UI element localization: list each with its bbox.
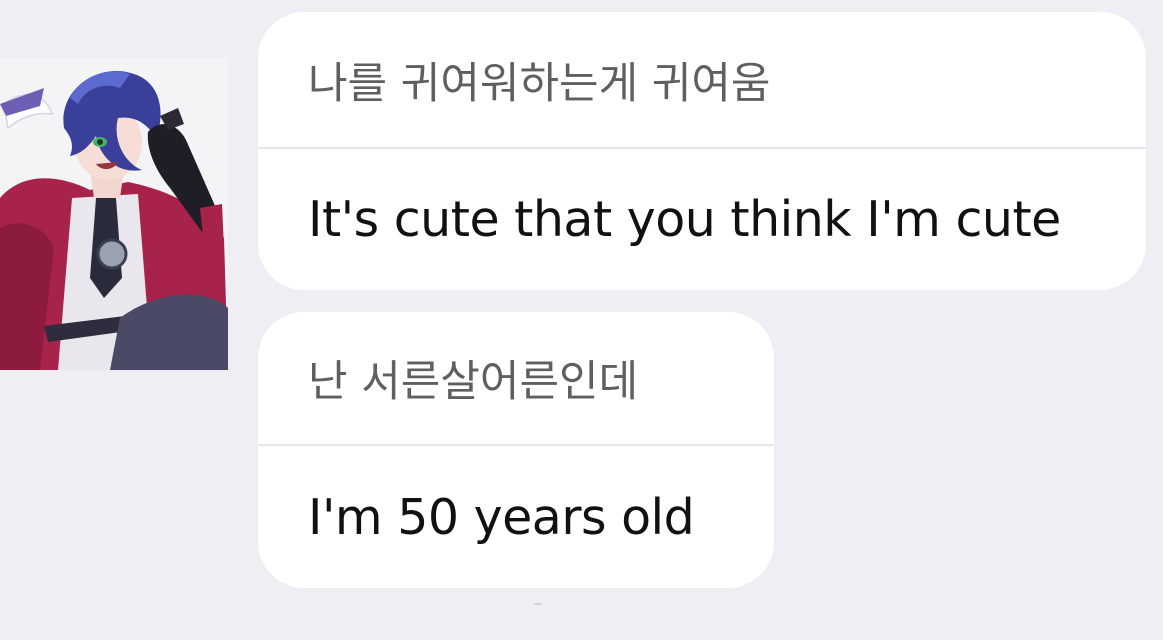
message-bubble[interactable]: 난 서른살어른인데 I'm 50 years old	[258, 312, 774, 588]
translated-message-text: I'm 50 years old	[308, 488, 695, 546]
original-message-text: 난 서른살어른인데	[308, 357, 639, 407]
original-message-text: 나를 귀여워하는게 귀여움	[308, 58, 771, 109]
background-mark	[534, 603, 542, 605]
anime-character-avatar-icon	[0, 58, 228, 370]
translated-message-text: It's cute that you think I'm cute	[308, 191, 1061, 248]
message-bubble[interactable]: 나를 귀여워하는게 귀여움 It's cute that you think I…	[258, 12, 1146, 290]
sender-avatar[interactable]	[0, 58, 228, 370]
